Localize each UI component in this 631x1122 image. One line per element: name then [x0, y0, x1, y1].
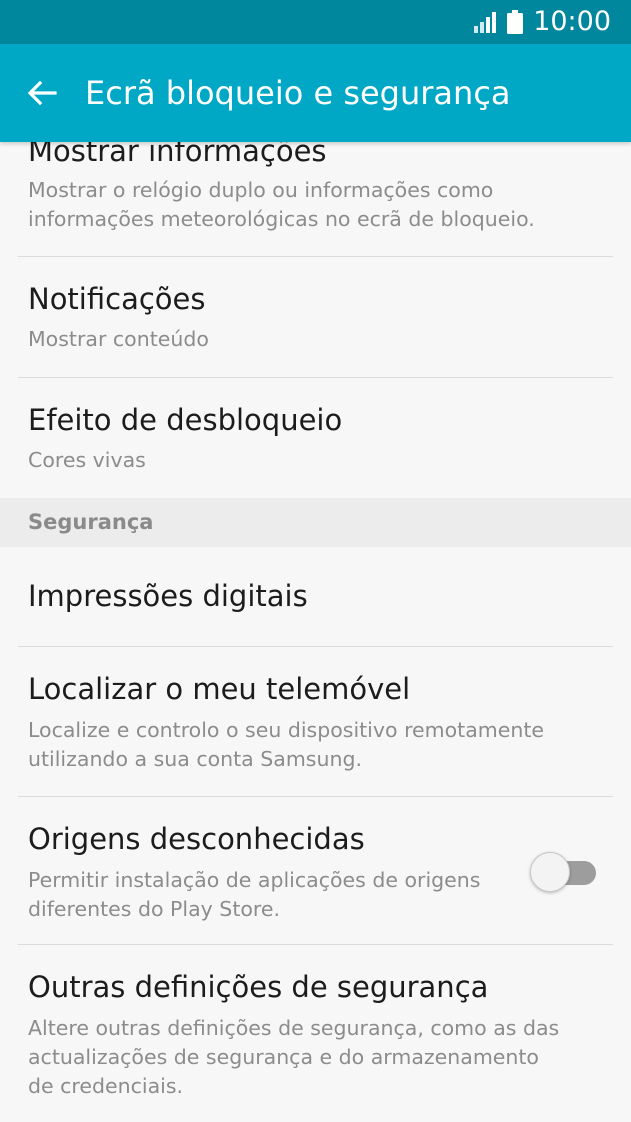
settings-list[interactable]: Mostrar informações Mostrar o relógio du… — [0, 142, 631, 1122]
setting-title: Impressões digitais — [28, 579, 308, 613]
app-bar: Ecrã bloqueio e segurança — [0, 44, 631, 142]
setting-title: Localizar o meu telemóvel — [28, 672, 411, 706]
setting-unlock-effect[interactable]: Efeito de desbloqueio Cores vivas — [0, 378, 631, 498]
setting-other-security[interactable]: Outras definições de segurança Altere ou… — [0, 945, 631, 1122]
status-time: 10:00 — [533, 6, 611, 37]
setting-title: Notificações — [28, 282, 206, 316]
signal-icon — [474, 12, 497, 33]
setting-subtitle-line: diferentes do Play Store. — [28, 897, 281, 921]
setting-subtitle-line: Mostrar conteúdo — [28, 327, 209, 351]
section-header-label: Segurança — [28, 510, 154, 534]
battery-icon — [507, 10, 524, 34]
toggle-thumb — [530, 852, 570, 892]
setting-title: Mostrar informações — [28, 142, 327, 168]
setting-unknown-sources[interactable]: Origens desconhecidas Permitir instalaçã… — [0, 797, 631, 944]
setting-subtitle-line: Mostrar o relógio duplo ou informações c… — [28, 178, 494, 202]
setting-subtitle-line: utilizando a sua conta Samsung. — [28, 747, 362, 771]
section-header-security: Segurança — [0, 498, 631, 547]
page-title: Ecrã bloqueio e segurança — [85, 74, 511, 112]
setting-title: Outras definições de segurança — [28, 970, 489, 1004]
setting-subtitle-line: informações meteorológicas no ecrã de bl… — [28, 207, 535, 231]
setting-subtitle-line: de credenciais. — [28, 1074, 184, 1098]
unknown-sources-toggle[interactable] — [530, 851, 600, 895]
setting-subtitle-line: Permitir instalação de aplicações de ori… — [28, 868, 481, 892]
setting-subtitle-line: Altere outras definições de segurança, c… — [28, 1016, 560, 1040]
setting-notifications[interactable]: Notificações Mostrar conteúdo — [0, 257, 631, 377]
back-arrow-icon — [27, 80, 57, 106]
setting-subtitle-line: Cores vivas — [28, 448, 146, 472]
setting-subtitle-line: actualizações de segurança e do armazena… — [28, 1045, 539, 1069]
status-bar: 10:00 — [0, 0, 631, 44]
setting-find-my-mobile[interactable]: Localizar o meu telemóvel Localize e con… — [0, 647, 631, 796]
status-icons: 10:00 — [473, 0, 611, 44]
setting-title: Efeito de desbloqueio — [28, 403, 343, 437]
setting-title: Origens desconhecidas — [28, 822, 365, 856]
setting-subtitle-line: Localize e controlo o seu dispositivo re… — [28, 718, 544, 742]
setting-fingerprints[interactable]: Impressões digitais — [0, 547, 631, 646]
back-button[interactable] — [18, 69, 66, 117]
setting-show-info[interactable]: Mostrar informações Mostrar o relógio du… — [0, 142, 631, 256]
